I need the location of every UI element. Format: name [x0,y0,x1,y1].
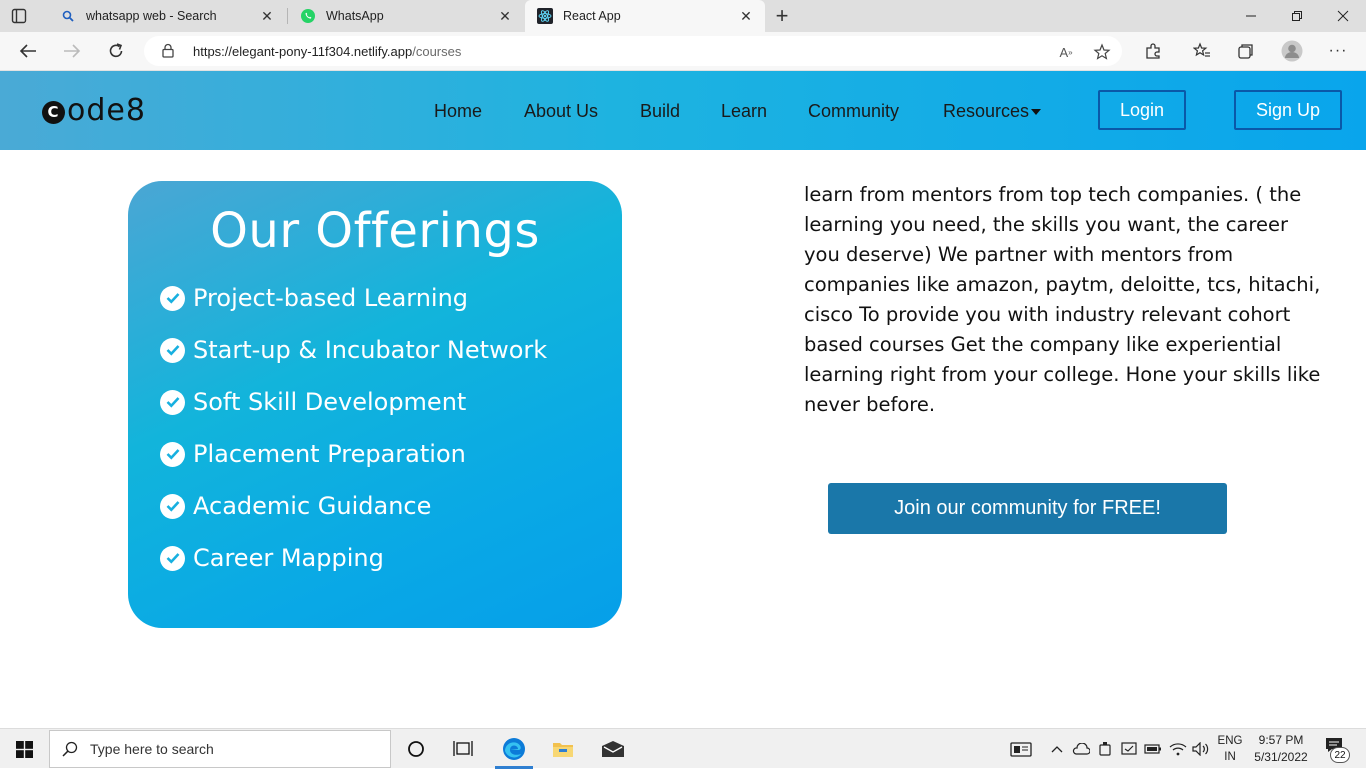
url-path: /courses [412,44,462,59]
more-options-icon[interactable]: ··· [1323,37,1353,65]
list-item: Start-up & Incubator Network [160,336,547,364]
search-icon [60,8,76,24]
list-item: Soft Skill Development [160,388,466,416]
display-settings-icon[interactable] [1119,729,1139,769]
extensions-icon[interactable] [1138,37,1168,65]
checkmark-icon [160,285,185,311]
read-aloud-icon[interactable]: A» [1057,43,1075,61]
close-window-icon[interactable] [1320,0,1366,32]
about-paragraph: learn from mentors from top tech compani… [804,183,1321,416]
tab-title: React App [563,9,621,23]
language-code: ENG [1217,735,1243,747]
offerings-card: Our Offerings Project-based Learning Sta… [128,181,622,628]
logo-text: ode8 [67,93,146,128]
logo-mark: C [42,100,65,124]
file-explorer-icon[interactable] [540,729,586,769]
checkmark-icon [160,389,185,415]
tab-title: WhatsApp [326,9,384,23]
list-item: Academic Guidance [160,492,431,520]
system-clock[interactable]: 9:57 PM 5/31/2022 [1249,732,1313,766]
browser-toolbar: https://elegant-pony-11f304.netlify.app/… [0,32,1366,71]
signup-button[interactable]: Sign Up [1234,90,1342,130]
checkmark-icon [160,545,185,571]
whatsapp-icon [300,8,316,24]
region-code: IN [1224,751,1236,763]
nav-learn[interactable]: Learn [721,101,767,122]
join-community-button[interactable]: Join our community for FREE! [828,483,1227,534]
react-icon [537,8,553,24]
cortana-icon[interactable] [393,729,439,769]
offering-label: Soft Skill Development [193,388,467,416]
language-indicator[interactable]: ENG IN [1216,733,1244,765]
search-icon [62,741,78,757]
news-widget-icon[interactable] [1008,729,1034,769]
browser-tabstrip: whatsapp web - Search ✕ WhatsApp ✕ React… [0,0,1366,32]
list-item: Placement Preparation [160,440,466,468]
notification-count-badge: 22 [1330,747,1350,763]
windows-taskbar: Type here to search ENG IN 9:57 PM 5/31/… [0,728,1366,769]
checkmark-icon [160,337,185,363]
clock-time: 9:57 PM [1258,733,1304,747]
list-item: Project-based Learning [160,284,468,312]
nav-resources[interactable]: Resources [943,101,1042,122]
volume-icon[interactable] [1191,729,1211,769]
nav-about-us[interactable]: About Us [524,101,598,122]
caret-down-icon [1031,109,1042,115]
offering-label: Placement Preparation [193,440,466,468]
checkmark-icon [160,441,185,467]
offerings-title: Our Offerings [210,203,540,259]
close-icon[interactable]: ✕ [256,5,278,27]
task-view-icon[interactable] [440,729,486,769]
windows-start-icon[interactable] [0,729,48,769]
back-arrow-icon[interactable] [13,37,43,65]
tab-actions-icon[interactable] [10,7,38,25]
code8-logo[interactable]: Code8 [42,93,146,128]
restore-icon[interactable] [1274,0,1320,32]
checkmark-icon [160,493,185,519]
url-host: https://elegant-pony-11f304.netlify.app [193,44,413,59]
tab-title: whatsapp web - Search [86,9,217,23]
offering-label: Project-based Learning [193,284,469,312]
clock-date: 5/31/2022 [1254,750,1308,764]
lock-icon[interactable] [162,43,174,63]
nav-build[interactable]: Build [640,101,680,122]
chevron-up-icon[interactable] [1048,729,1066,769]
security-icon[interactable] [1095,729,1115,769]
nav-community[interactable]: Community [808,101,899,122]
collections-icon[interactable] [1231,37,1261,65]
url-text[interactable]: https://elegant-pony-11f304.netlify.app/… [193,44,461,59]
nav-resources-label: Resources [943,101,1030,121]
wifi-icon[interactable] [1168,729,1188,769]
login-button[interactable]: Login [1098,90,1186,130]
search-placeholder: Type here to search [90,741,214,757]
profile-avatar-icon[interactable] [1277,37,1307,65]
offering-label: Academic Guidance [193,492,432,520]
refresh-icon[interactable] [101,37,131,65]
minimize-icon[interactable] [1228,0,1274,32]
taskbar-search-input[interactable]: Type here to search [49,730,391,768]
tab-react-app[interactable]: React App ✕ [525,0,765,32]
favorite-star-icon[interactable] [1093,43,1111,61]
close-icon[interactable]: ✕ [735,5,757,27]
site-navbar: Code8 Home About Us Build Learn Communit… [0,71,1366,150]
offering-label: Career Mapping [193,544,384,572]
forward-arrow-icon[interactable] [57,37,87,65]
edge-browser-icon[interactable] [491,729,537,769]
new-tab-button[interactable]: + [770,3,794,28]
nav-home[interactable]: Home [434,101,482,122]
list-item: Career Mapping [160,544,384,572]
onedrive-icon[interactable] [1071,729,1091,769]
tab-whatsapp[interactable]: WhatsApp ✕ [288,0,524,32]
mail-icon[interactable] [590,729,636,769]
tab-search[interactable]: whatsapp web - Search ✕ [48,0,286,32]
close-icon[interactable]: ✕ [494,5,516,27]
offering-label: Start-up & Incubator Network [193,336,548,364]
address-bar[interactable]: https://elegant-pony-11f304.netlify.app/… [144,36,1122,66]
favorites-list-icon[interactable] [1187,37,1217,65]
battery-icon[interactable] [1143,729,1163,769]
